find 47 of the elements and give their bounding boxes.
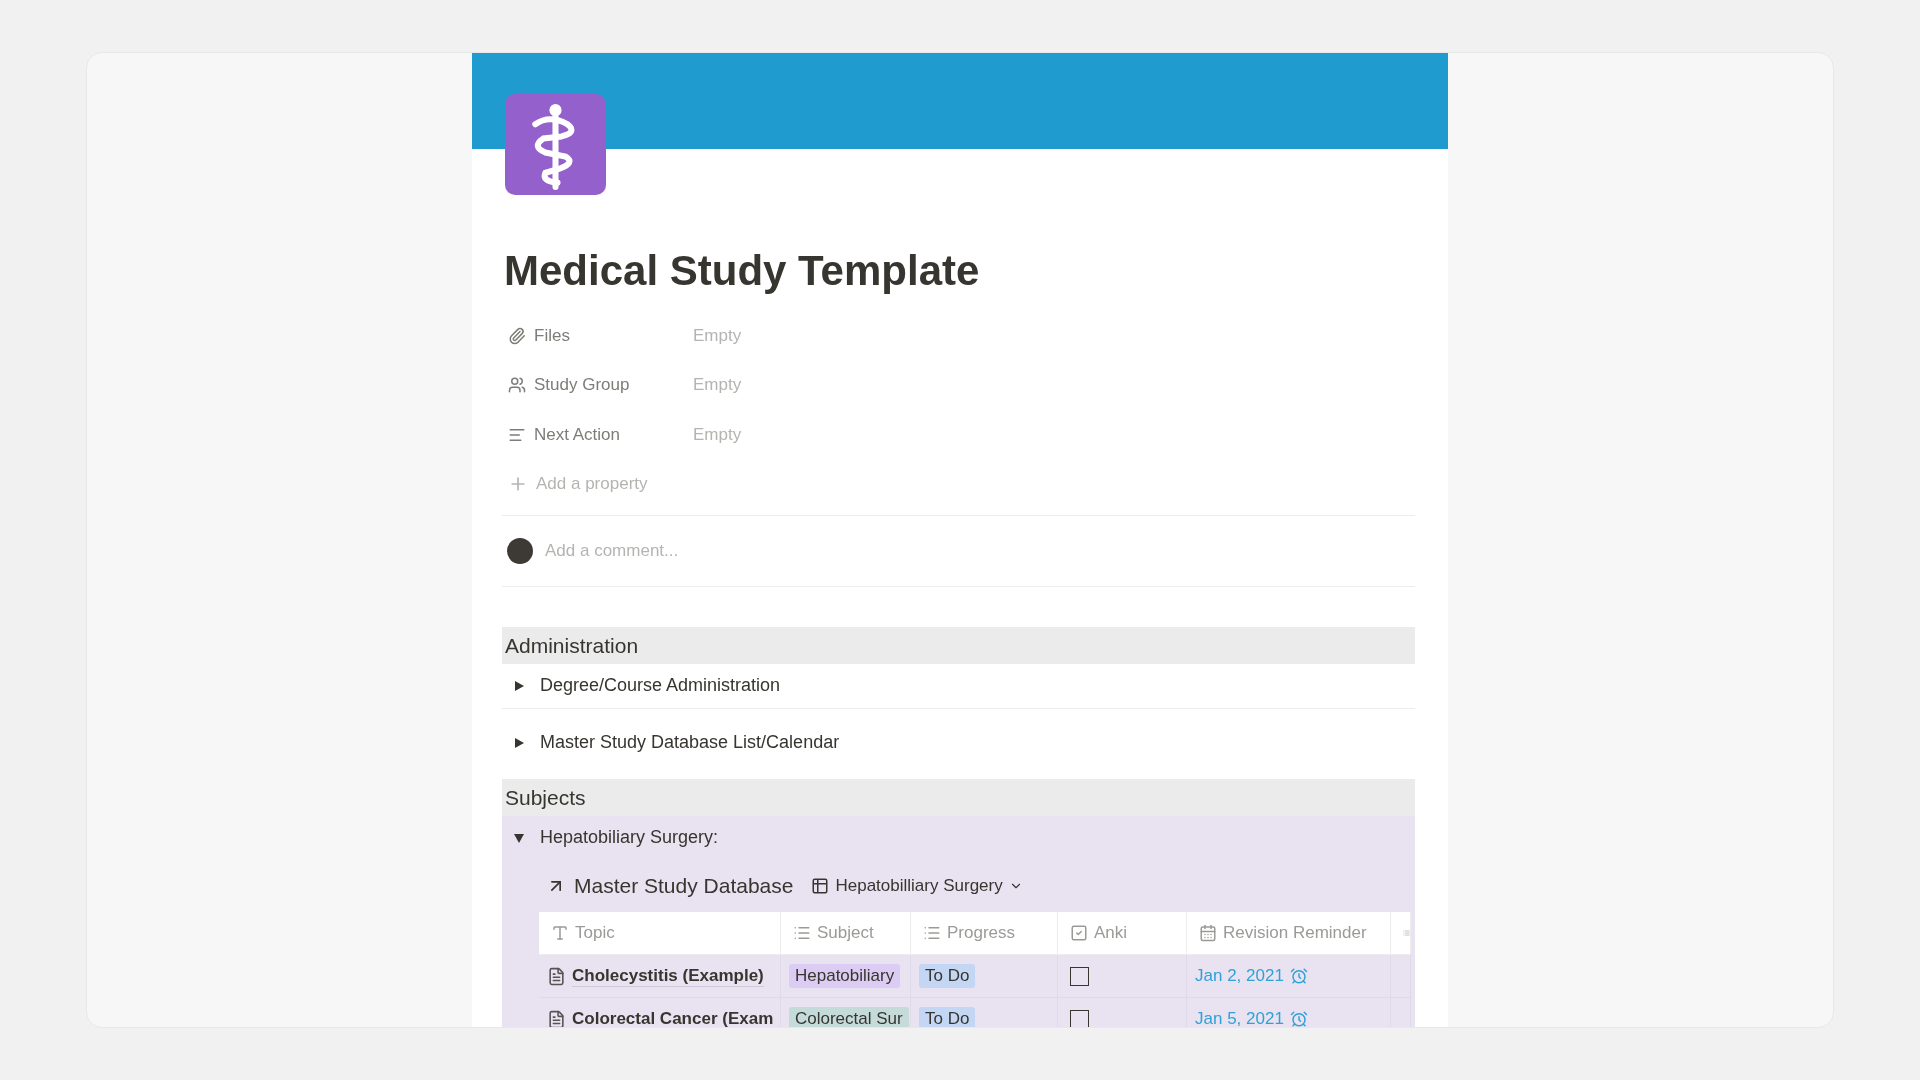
section-heading: Subjects — [502, 779, 1415, 816]
date-text: Jan 5, 2021 — [1195, 1009, 1284, 1027]
column-header[interactable]: Progress — [911, 912, 1058, 955]
column-header[interactable]: Revision Reminder — [1187, 912, 1391, 955]
database-title[interactable]: Master Study Database — [574, 874, 794, 898]
toggle-arrow[interactable] — [512, 736, 526, 749]
avatar — [507, 538, 533, 564]
paperclip-icon — [508, 326, 526, 345]
topic-link[interactable]: Colorectal Cancer (Exam — [572, 1008, 774, 1027]
property-value[interactable]: Empty — [693, 325, 742, 346]
property-label[interactable]: Study Group — [508, 375, 693, 396]
list-icon — [793, 924, 811, 942]
add-property-button[interactable]: Add a property — [508, 474, 648, 495]
subject-tag: Colorectal Sur — [789, 1007, 909, 1027]
progress-tag: To Do — [919, 1007, 976, 1027]
caduceus-icon — [505, 94, 606, 195]
page-title: Medical Study Template — [504, 247, 981, 295]
table-icon — [811, 877, 830, 895]
toggle-title: Hepatobiliary Surgery: — [540, 827, 719, 848]
toggle-arrow[interactable] — [512, 679, 526, 692]
list-icon — [923, 924, 941, 942]
toggle-title: Degree/Course Administration — [540, 675, 781, 696]
column-header[interactable]: Anki — [1058, 912, 1187, 955]
view-selector[interactable]: Hepatobilliary Surgery — [811, 876, 1023, 896]
alarm-icon — [1289, 967, 1308, 985]
checkbox-icon — [1070, 924, 1088, 942]
page-icon — [547, 966, 566, 986]
section-heading: Administration — [502, 627, 1415, 664]
column-header[interactable]: Topic — [539, 912, 781, 955]
column-header[interactable]: Subject — [781, 912, 911, 955]
property-value[interactable]: Empty — [693, 375, 742, 396]
property-value[interactable]: Empty — [693, 424, 742, 445]
people-icon — [508, 376, 526, 395]
page-icon — [547, 1009, 566, 1027]
topic-link[interactable]: Cholecystitis (Example) — [572, 965, 764, 987]
date-text: Jan 2, 2021 — [1195, 966, 1284, 986]
anki-checkbox[interactable] — [1070, 1009, 1089, 1027]
calendar-icon — [1199, 924, 1217, 942]
anki-checkbox[interactable] — [1070, 966, 1089, 986]
text-icon — [551, 924, 569, 942]
alarm-icon — [1289, 1010, 1308, 1027]
subject-tag: Hepatobiliary — [789, 964, 901, 988]
toggle-title: Master Study Database List/Calendar — [540, 732, 840, 753]
property-label[interactable]: Files — [508, 325, 693, 346]
property-label[interactable]: Next Action — [508, 424, 693, 445]
progress-tag: To Do — [919, 964, 976, 988]
toggle-arrow[interactable] — [512, 831, 526, 844]
